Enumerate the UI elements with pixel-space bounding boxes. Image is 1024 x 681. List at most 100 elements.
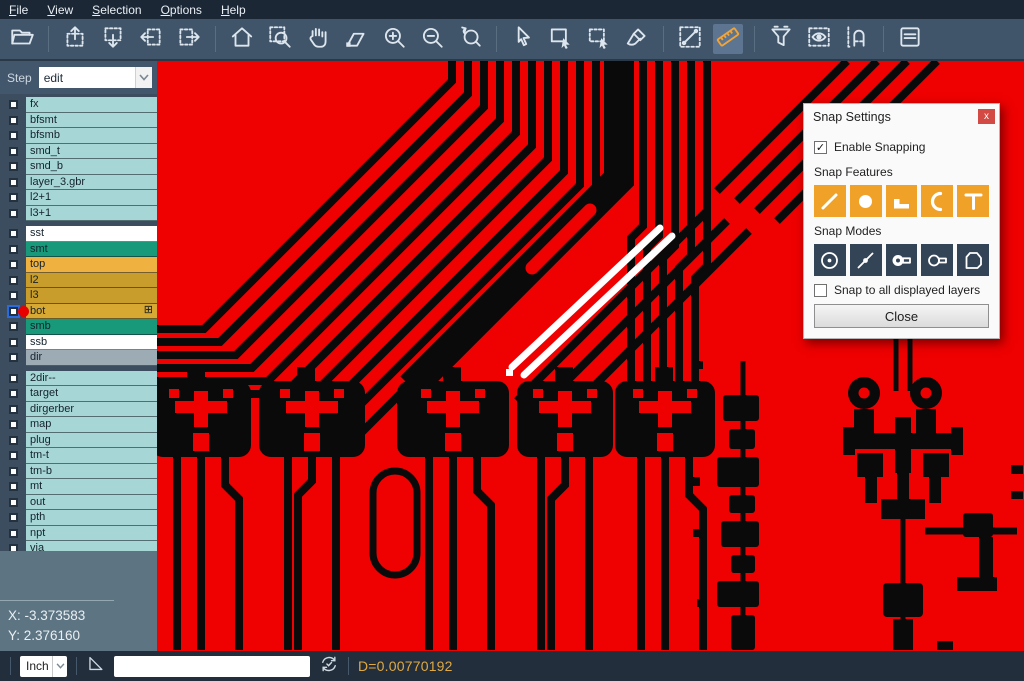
layer-row-via[interactable]: via [0, 541, 157, 551]
snap-feature-surface-button[interactable] [886, 185, 918, 217]
layer-row-tm-t[interactable]: tm-t [0, 448, 157, 464]
layer-name[interactable]: fx [26, 97, 157, 113]
enable-snapping-row[interactable]: ✓ Enable Snapping [814, 140, 989, 154]
all-layers-checkbox[interactable] [814, 284, 827, 297]
layer-name[interactable]: dir [26, 350, 157, 366]
snap-mode-pad-filled-button[interactable] [886, 244, 918, 276]
layer-name[interactable]: mt [26, 479, 157, 495]
layer-visibility-checkbox[interactable] [9, 291, 18, 300]
layer-visibility-checkbox[interactable] [9, 544, 18, 551]
layer-row-npt[interactable]: npt [0, 526, 157, 542]
layer-visibility-checkbox[interactable] [9, 513, 18, 522]
open-button[interactable] [7, 24, 37, 54]
layer-row-l2[interactable]: l2 [0, 273, 157, 289]
menu-file[interactable]: File [9, 3, 28, 17]
layer-row-target[interactable]: target [0, 386, 157, 402]
layer-name[interactable]: dirgerber [26, 402, 157, 418]
snap-feature-line-button[interactable] [814, 185, 846, 217]
layer-row-bfsmb[interactable]: bfsmb [0, 128, 157, 144]
layer-row-pth[interactable]: pth [0, 510, 157, 526]
report-button[interactable] [895, 24, 925, 54]
layer-row-out[interactable]: out [0, 495, 157, 511]
layer-visibility-checkbox[interactable] [9, 260, 18, 269]
layer-row-sst[interactable]: sst [0, 226, 157, 242]
layer-name[interactable]: bfsmb [26, 128, 157, 144]
layer-name[interactable]: plug [26, 433, 157, 449]
layer-visibility-checkbox[interactable] [9, 131, 18, 140]
layer-name[interactable]: l3 [26, 288, 157, 304]
layer-name[interactable]: target [26, 386, 157, 402]
all-layers-row[interactable]: Snap to all displayed layers [814, 283, 989, 297]
layer-visibility-checkbox[interactable] [9, 405, 18, 414]
layer-name[interactable]: layer_3.gbr [26, 175, 157, 191]
layer-name[interactable]: l3+1 [26, 206, 157, 222]
zoom-dynamic-button[interactable] [341, 24, 371, 54]
layer-visibility-checkbox[interactable] [9, 482, 18, 491]
layer-row-smt[interactable]: smt [0, 242, 157, 258]
unit-select[interactable]: Inch [20, 656, 67, 677]
chevron-down-icon[interactable] [135, 67, 152, 88]
menu-view[interactable]: View [47, 3, 73, 17]
layer-visibility-checkbox[interactable] [9, 353, 18, 362]
layer-name[interactable]: smt [26, 242, 157, 258]
brush-button[interactable] [622, 24, 652, 54]
layer-visibility-checkbox[interactable] [9, 307, 18, 316]
layer-visibility-checkbox[interactable] [9, 276, 18, 285]
layer-name[interactable]: l2 [26, 273, 157, 289]
layer-visibility-checkbox[interactable] [9, 100, 18, 109]
move-up-button[interactable] [60, 24, 90, 54]
layer-visibility-checkbox[interactable] [9, 229, 18, 238]
layer-row-tm-b[interactable]: tm-b [0, 464, 157, 480]
layer-name[interactable]: via [26, 541, 157, 551]
enable-snapping-checkbox[interactable]: ✓ [814, 141, 827, 154]
layer-row-plug[interactable]: plug [0, 433, 157, 449]
layer-visibility-checkbox[interactable] [9, 209, 18, 218]
menu-help[interactable]: Help [221, 3, 246, 17]
layer-visibility-checkbox[interactable] [9, 245, 18, 254]
layer-row-mt[interactable]: mt [0, 479, 157, 495]
layer-row-ssb[interactable]: ssb [0, 335, 157, 351]
layer-visibility-checkbox[interactable] [9, 116, 18, 125]
layer-row-fx[interactable]: fx [0, 97, 157, 113]
move-left-button[interactable] [136, 24, 166, 54]
zoom-window-button[interactable] [265, 24, 295, 54]
snap-mode-center-button[interactable] [814, 244, 846, 276]
filter-button[interactable] [766, 24, 796, 54]
command-input[interactable] [114, 656, 310, 677]
zoom-out-button[interactable] [417, 24, 447, 54]
layer-row-bot[interactable]: bot⊞ [0, 304, 157, 320]
layer-visibility-checkbox[interactable] [9, 467, 18, 476]
layer-name[interactable]: bfsmt [26, 113, 157, 129]
layer-visibility-checkbox[interactable] [9, 374, 18, 383]
angle-icon[interactable] [86, 654, 105, 678]
close-button[interactable]: Close [814, 304, 989, 328]
snap-mode-contour-button[interactable] [957, 244, 989, 276]
layer-row-dirgerber[interactable]: dirgerber [0, 402, 157, 418]
layer-row-smd_t[interactable]: smd_t [0, 144, 157, 160]
layer-name[interactable]: tm-b [26, 464, 157, 480]
ruler-button[interactable] [713, 24, 743, 54]
layer-visibility-checkbox[interactable] [9, 338, 18, 347]
layer-visibility-checkbox[interactable] [9, 436, 18, 445]
layer-name[interactable]: 2dir-- [26, 371, 157, 387]
select-rect-button[interactable] [546, 24, 576, 54]
zoom-in-button[interactable] [379, 24, 409, 54]
layer-visibility-checkbox[interactable] [9, 178, 18, 187]
layer-visibility-checkbox[interactable] [9, 529, 18, 538]
measure-line-button[interactable] [675, 24, 705, 54]
snap-feature-text-button[interactable] [957, 185, 989, 217]
chevron-down-icon[interactable] [52, 656, 67, 677]
layer-name[interactable]: smd_t [26, 144, 157, 160]
layer-row-bfsmt[interactable]: bfsmt [0, 113, 157, 129]
layer-visibility-checkbox[interactable] [9, 420, 18, 429]
layer-name[interactable]: out [26, 495, 157, 511]
select-group-button[interactable] [584, 24, 614, 54]
layer-row-smd_b[interactable]: smd_b [0, 159, 157, 175]
layer-row-map[interactable]: map [0, 417, 157, 433]
layer-visibility-checkbox[interactable] [9, 498, 18, 507]
layer-name[interactable]: ssb [26, 335, 157, 351]
layer-name[interactable]: tm-t [26, 448, 157, 464]
home-button[interactable] [227, 24, 257, 54]
layer-visibility-checkbox[interactable] [9, 322, 18, 331]
snap-feature-pad-button[interactable] [850, 185, 882, 217]
